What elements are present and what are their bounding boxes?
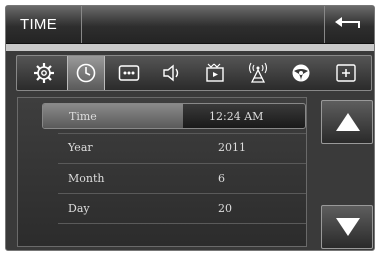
row-label: Year xyxy=(68,141,93,154)
list-item-day[interactable]: Day 20 xyxy=(42,195,306,221)
header-bar: TIME xyxy=(6,6,374,44)
media-icon[interactable] xyxy=(196,56,234,90)
steering-wheel-icon[interactable] xyxy=(282,56,320,90)
plus-icon[interactable] xyxy=(327,56,365,90)
row-label: Month xyxy=(68,172,105,185)
row-label: Day xyxy=(68,202,90,215)
row-value: 6 xyxy=(218,172,225,185)
clock-icon[interactable] xyxy=(67,56,105,90)
scroll-down-button[interactable] xyxy=(321,205,373,249)
divider xyxy=(58,223,306,224)
row-value: 20 xyxy=(218,202,232,215)
row-value: 12:24 AM xyxy=(209,110,264,123)
dots-icon[interactable] xyxy=(110,56,148,90)
row-label: Time xyxy=(69,110,97,123)
triangle-down-icon xyxy=(336,218,360,236)
settings-list: Time 12:24 AM Year 2011 Month 6 Day 20 xyxy=(17,97,307,247)
settings-category-bar xyxy=(16,55,372,91)
list-item-month[interactable]: Month 6 xyxy=(42,165,306,191)
back-arrow-icon xyxy=(335,17,360,28)
page-title: TIME xyxy=(20,16,58,33)
back-button[interactable] xyxy=(324,6,374,43)
speaker-icon[interactable] xyxy=(153,56,191,90)
scroll-up-button[interactable] xyxy=(321,100,373,144)
selection-highlight xyxy=(43,104,183,128)
divider xyxy=(58,193,306,194)
gear-icon[interactable] xyxy=(25,56,63,90)
list-item-time[interactable]: Time 12:24 AM xyxy=(42,103,306,129)
row-value: 2011 xyxy=(218,141,246,154)
list-item-year[interactable]: Year 2011 xyxy=(42,134,306,160)
header-separator xyxy=(6,44,374,51)
triangle-up-icon xyxy=(336,113,360,131)
divider xyxy=(58,163,306,164)
antenna-icon[interactable] xyxy=(239,56,277,90)
title-box: TIME xyxy=(6,6,82,43)
